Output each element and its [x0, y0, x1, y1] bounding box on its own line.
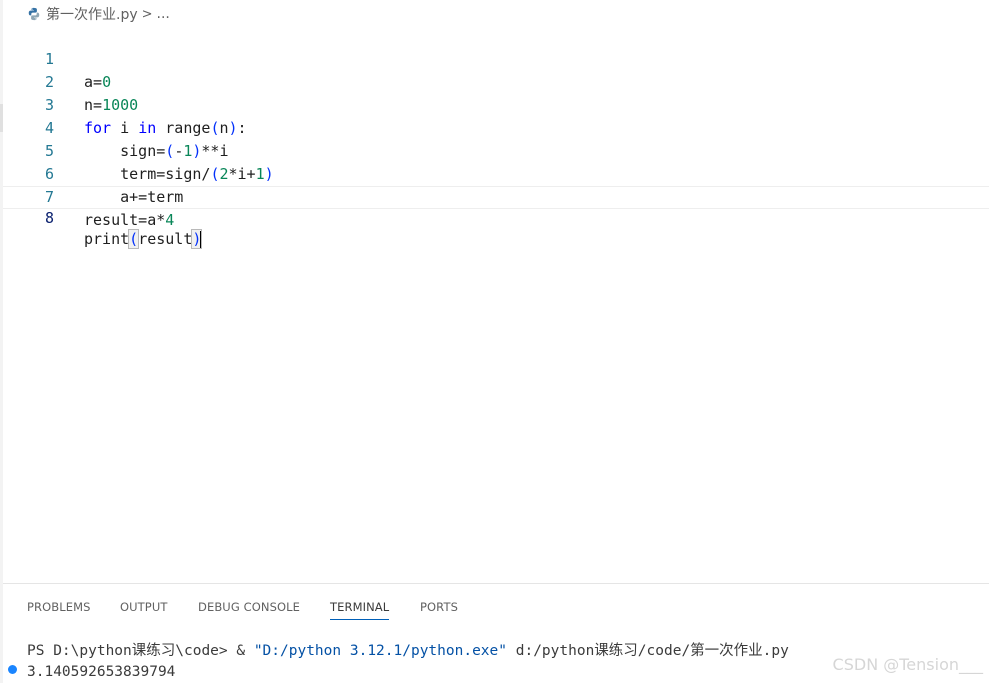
tab-debug-console[interactable]: DEBUG CONSOLE	[198, 600, 300, 614]
code-line[interactable]: 6 a+=term	[3, 140, 989, 206]
command-status-dot-icon[interactable]	[8, 665, 17, 674]
code-line[interactable]: 7 result=a*4	[3, 163, 989, 229]
breadcrumb-file[interactable]: 第一次作业.py	[46, 4, 138, 24]
watermark: CSDN @Tension___	[832, 655, 983, 674]
terminal-command[interactable]: PS D:\python课练习\code> & "D:/python 3.12.…	[27, 641, 789, 661]
code-line[interactable]: 1 a=0	[3, 25, 989, 91]
terminal-output: 3.140592653839794	[27, 664, 176, 680]
code-line-current[interactable]: 8 print(result)	[3, 186, 989, 249]
breadcrumb: 第一次作业.py > ...	[27, 4, 170, 24]
line-number: 8	[44, 209, 54, 227]
code-text: print(result)	[84, 229, 203, 249]
tab-terminal[interactable]: TERMINAL	[330, 600, 390, 620]
code-line[interactable]: 4 sign=(-1)**i	[3, 94, 989, 160]
tab-output[interactable]: OUTPUT	[120, 600, 167, 614]
chevron-right-icon: >	[141, 6, 153, 22]
code-line[interactable]: 3 for i in range(n):	[3, 71, 989, 137]
code-line[interactable]: 2 n=1000	[3, 48, 989, 114]
python-file-icon	[28, 7, 40, 21]
tab-ports[interactable]: PORTS	[420, 600, 458, 614]
text-cursor	[200, 230, 203, 249]
panel-tabs: PROBLEMS OUTPUT DEBUG CONSOLE TERMINAL P…	[3, 584, 989, 629]
breadcrumb-symbols[interactable]: ...	[157, 6, 170, 22]
code-line[interactable]: 5 term=sign/(2*i+1)	[3, 117, 989, 183]
code-editor[interactable]: 1 a=0 2 n=1000 3 for i in range(n): 4 si…	[3, 25, 989, 583]
tab-problems[interactable]: PROBLEMS	[27, 600, 91, 614]
